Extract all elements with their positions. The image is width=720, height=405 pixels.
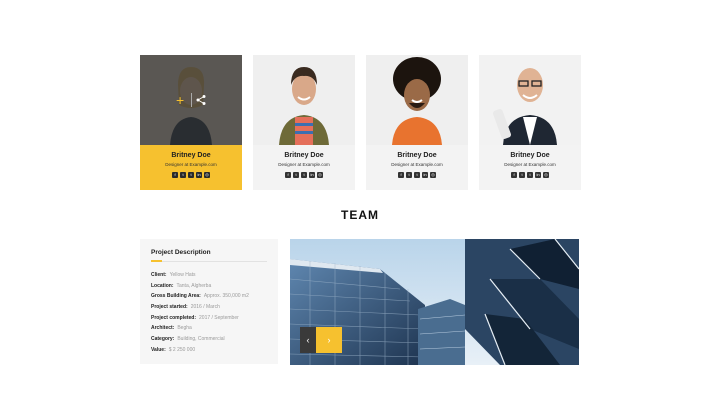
member-role: Designer at Example.com [504, 162, 556, 167]
facebook-icon[interactable]: f [511, 172, 517, 178]
member-photo: + [140, 55, 242, 145]
tumblr-icon[interactable]: t [527, 172, 533, 178]
member-name: Britney Doe [284, 152, 324, 159]
dribbble-icon[interactable]: ◎ [317, 172, 323, 178]
twitter-icon[interactable]: t [293, 172, 299, 178]
member-photo [253, 55, 355, 145]
plus-icon[interactable]: + [176, 93, 184, 107]
team-card[interactable]: Britney Doe Designer at Example.com f t … [366, 55, 468, 190]
social-links: f t t in ◎ [140, 172, 242, 178]
social-links: f t t in ◎ [253, 172, 355, 178]
section-title: TEAM [341, 208, 379, 222]
linkedin-icon[interactable]: in [422, 172, 428, 178]
member-info: Britney Doe Designer at Example.com f t … [366, 145, 468, 190]
member-role: Designer at Example.com [278, 162, 330, 167]
project-gallery[interactable]: ‹ › [290, 239, 579, 365]
linkedin-icon[interactable]: in [535, 172, 541, 178]
detail-row: Category: Building, Commercial [151, 336, 225, 343]
member-photo [366, 55, 468, 145]
twitter-icon[interactable]: t [519, 172, 525, 178]
tumblr-icon[interactable]: t [414, 172, 420, 178]
team-card[interactable]: + Britney Doe Designer at Example.com f … [140, 55, 242, 190]
member-info: Britney Doe Designer at Example.com f t … [479, 145, 581, 190]
social-links: f t t in ◎ [479, 172, 581, 178]
dribbble-icon[interactable]: ◎ [543, 172, 549, 178]
social-links: f t t in ◎ [366, 172, 468, 178]
detail-row: Gross Building Area: Approx. 350,000 m2 [151, 293, 249, 300]
share-icon[interactable] [195, 94, 207, 106]
member-role: Designer at Example.com [391, 162, 443, 167]
member-info: Britney Doe Designer at Example.com f t … [140, 145, 242, 190]
team-card[interactable]: Britney Doe Designer at Example.com f t … [479, 55, 581, 190]
team-row: + Britney Doe Designer at Example.com f … [140, 55, 581, 190]
divider [151, 261, 267, 262]
facebook-icon[interactable]: f [172, 172, 178, 178]
member-role: Designer at Example.com [165, 162, 217, 167]
project-description-panel: Project Description Client: Yellow Hats L… [140, 239, 278, 364]
prev-arrow-button[interactable]: ‹ [300, 327, 316, 353]
facebook-icon[interactable]: f [398, 172, 404, 178]
member-info: Britney Doe Designer at Example.com f t … [253, 145, 355, 190]
linkedin-icon[interactable]: in [309, 172, 315, 178]
detail-row: Value: $ 2 250 000 [151, 346, 196, 353]
twitter-icon[interactable]: t [180, 172, 186, 178]
dribbble-icon[interactable]: ◎ [430, 172, 436, 178]
twitter-icon[interactable]: t [406, 172, 412, 178]
member-name: Britney Doe [397, 152, 437, 159]
facebook-icon[interactable]: f [285, 172, 291, 178]
member-photo [479, 55, 581, 145]
tumblr-icon[interactable]: t [188, 172, 194, 178]
project-details: Client: Yellow Hats Location: Tanta, Alghe… [151, 270, 249, 356]
member-name: Britney Doe [171, 152, 211, 159]
detail-row: Project completed: 2017 / September [151, 314, 239, 321]
linkedin-icon[interactable]: in [196, 172, 202, 178]
detail-row: Location: Tanta, Algherba [151, 282, 212, 289]
detail-row: Client: Yellow Hats [151, 272, 196, 278]
tumblr-icon[interactable]: t [301, 172, 307, 178]
team-card[interactable]: Britney Doe Designer at Example.com f t … [253, 55, 355, 190]
next-arrow-button[interactable]: › [316, 327, 342, 353]
detail-row: Architect: Begha [151, 325, 192, 332]
detail-row: Project started: 2016 / March [151, 304, 220, 311]
hover-overlay: + [140, 55, 242, 145]
accent-underline [151, 260, 162, 262]
dribbble-icon[interactable]: ◎ [204, 172, 210, 178]
member-name: Britney Doe [510, 152, 550, 159]
project-heading: Project Description [151, 249, 211, 256]
